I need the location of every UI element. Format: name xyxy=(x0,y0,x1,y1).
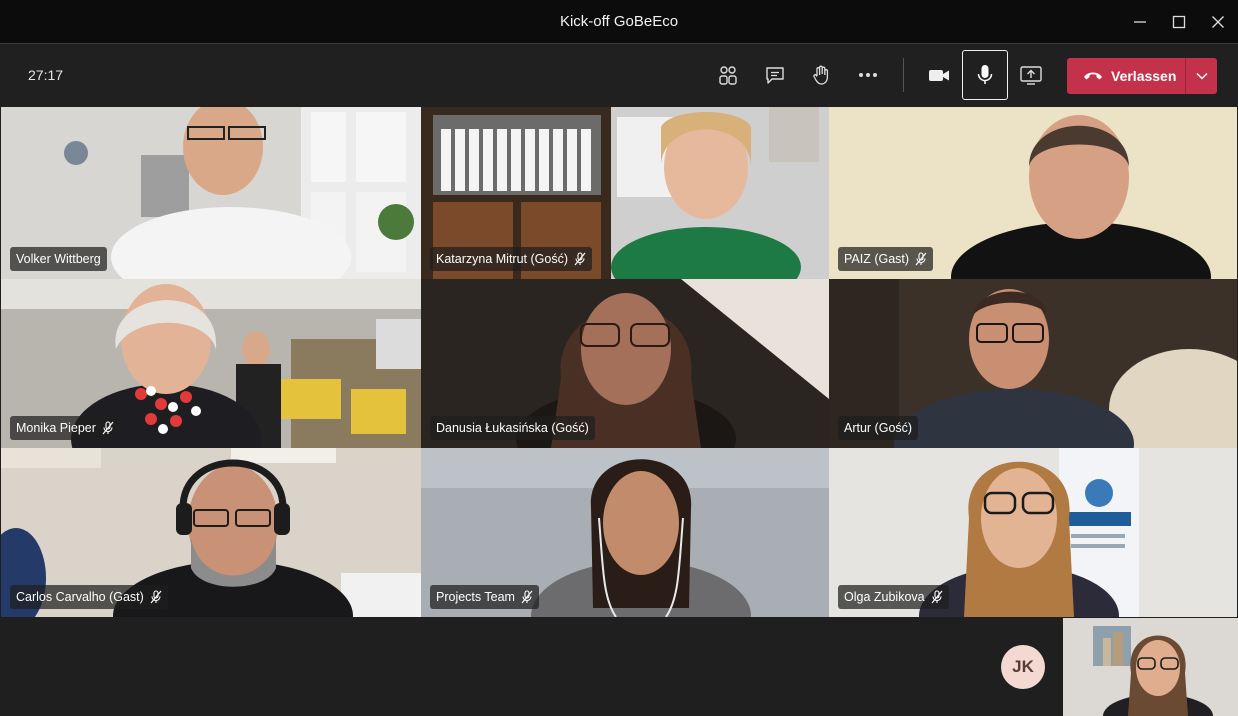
close-button[interactable] xyxy=(1206,10,1230,34)
video-tile[interactable]: Olga Zubikova xyxy=(829,448,1237,617)
participant-name: PAIZ (Gast) xyxy=(844,252,910,266)
mic-off-icon xyxy=(102,421,114,435)
title-bar: Kick-off GoBeEco xyxy=(0,0,1238,44)
video-tile[interactable]: Projects Team xyxy=(421,448,829,617)
minimize-icon xyxy=(1134,21,1146,23)
participant-name-tag: Danusia Łukasińska (Gość) xyxy=(430,416,595,440)
mic-off-icon xyxy=(931,590,943,604)
minimize-button[interactable] xyxy=(1128,10,1152,34)
microphone-icon xyxy=(977,65,993,84)
participants-icon xyxy=(719,66,737,85)
participant-name-tag: Carlos Carvalho (Gast) xyxy=(10,585,168,609)
participant-name: Katarzyna Mitrut (Gość) xyxy=(436,252,568,266)
chat-icon xyxy=(766,67,784,84)
participant-name: Projects Team xyxy=(436,590,515,604)
participant-name-tag: Volker Wittberg xyxy=(10,247,107,271)
self-view-scene xyxy=(1063,618,1238,716)
avatar[interactable]: JK xyxy=(1001,645,1045,689)
video-tile[interactable]: Danusia Łukasińska (Gość) xyxy=(421,279,829,448)
video-tile[interactable]: PAIZ (Gast) xyxy=(829,107,1237,279)
meeting-toolbar: 27:17 Verlassen xyxy=(0,44,1238,106)
mic-off-icon xyxy=(915,252,927,266)
leave-main-button[interactable]: Verlassen xyxy=(1067,58,1185,94)
mic-off-icon xyxy=(150,590,162,604)
video-tile[interactable]: Katarzyna Mitrut (Gość) xyxy=(421,107,829,279)
participant-name-tag: Olga Zubikova xyxy=(838,585,949,609)
mic-off-icon xyxy=(521,590,533,604)
chevron-down-icon xyxy=(1195,72,1208,80)
self-view-video[interactable] xyxy=(1063,618,1238,716)
leave-options-dropdown[interactable] xyxy=(1186,58,1217,94)
mic-off-icon xyxy=(574,252,586,266)
video-tile[interactable]: Artur (Gość) xyxy=(829,279,1237,448)
raise-hand-button[interactable] xyxy=(801,55,841,95)
chat-button[interactable] xyxy=(755,55,795,95)
video-tile[interactable]: Carlos Carvalho (Gast) xyxy=(1,448,421,617)
share-screen-button[interactable] xyxy=(1011,55,1051,95)
close-icon xyxy=(1212,16,1224,28)
bottom-strip: JK xyxy=(0,617,1238,716)
more-options-button[interactable] xyxy=(848,55,888,95)
participant-name: Olga Zubikova xyxy=(844,590,925,604)
video-grid: Volker Wittberg Katarzyna Mitrut (Gość) xyxy=(1,107,1237,617)
camera-button[interactable] xyxy=(919,55,959,95)
toolbar-divider xyxy=(903,58,904,92)
leave-label: Verlassen xyxy=(1111,68,1177,84)
leave-button[interactable]: Verlassen xyxy=(1067,58,1217,94)
participant-name-tag: Katarzyna Mitrut (Gość) xyxy=(430,247,592,271)
participant-name-tag: PAIZ (Gast) xyxy=(838,247,934,271)
hang-up-icon xyxy=(1084,72,1102,80)
maximize-button[interactable] xyxy=(1167,10,1191,34)
video-tile[interactable]: Volker Wittberg xyxy=(1,107,421,279)
window-title: Kick-off GoBeEco xyxy=(559,13,679,30)
meeting-timer: 27:17 xyxy=(28,67,64,83)
camera-icon xyxy=(929,70,949,81)
participant-name-tag: Monika Pieper xyxy=(10,416,120,440)
participant-name: Monika Pieper xyxy=(16,421,96,435)
participant-name-tag: Artur (Gość) xyxy=(838,416,919,440)
participant-name-tag: Projects Team xyxy=(430,585,539,609)
participant-name: Volker Wittberg xyxy=(16,252,101,266)
video-tile[interactable]: Monika Pieper xyxy=(1,279,421,448)
more-icon xyxy=(859,73,877,77)
participants-button[interactable] xyxy=(708,55,748,95)
participant-name: Carlos Carvalho (Gast) xyxy=(16,590,144,604)
microphone-button[interactable] xyxy=(962,50,1008,100)
maximize-icon xyxy=(1172,15,1186,29)
participant-name: Danusia Łukasińska (Gość) xyxy=(436,421,589,435)
share-screen-icon xyxy=(1020,66,1042,85)
participant-name: Artur (Gość) xyxy=(844,421,913,435)
raise-hand-icon xyxy=(813,65,829,85)
